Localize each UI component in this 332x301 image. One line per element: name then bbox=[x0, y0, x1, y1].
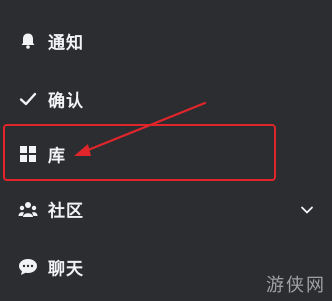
sidebar-item-community[interactable]: 社区 bbox=[0, 189, 332, 229]
bell-icon bbox=[18, 31, 38, 51]
sidebar-item-label: 确认 bbox=[48, 91, 84, 112]
sidebar-item-label: 聊天 bbox=[48, 259, 84, 280]
chat-icon bbox=[18, 257, 38, 277]
sidebar-item-confirm[interactable]: 确认 bbox=[0, 79, 332, 119]
sidebar-item-notifications[interactable]: 通知 bbox=[0, 21, 332, 61]
community-icon bbox=[18, 199, 38, 219]
watermark: 游侠网 bbox=[266, 275, 326, 296]
sidebar-item-label: 通知 bbox=[48, 33, 84, 54]
chevron-down-icon[interactable] bbox=[300, 202, 314, 216]
sidebar-item-label: 社区 bbox=[48, 201, 84, 222]
highlight-box bbox=[3, 124, 276, 181]
check-icon bbox=[18, 89, 38, 109]
